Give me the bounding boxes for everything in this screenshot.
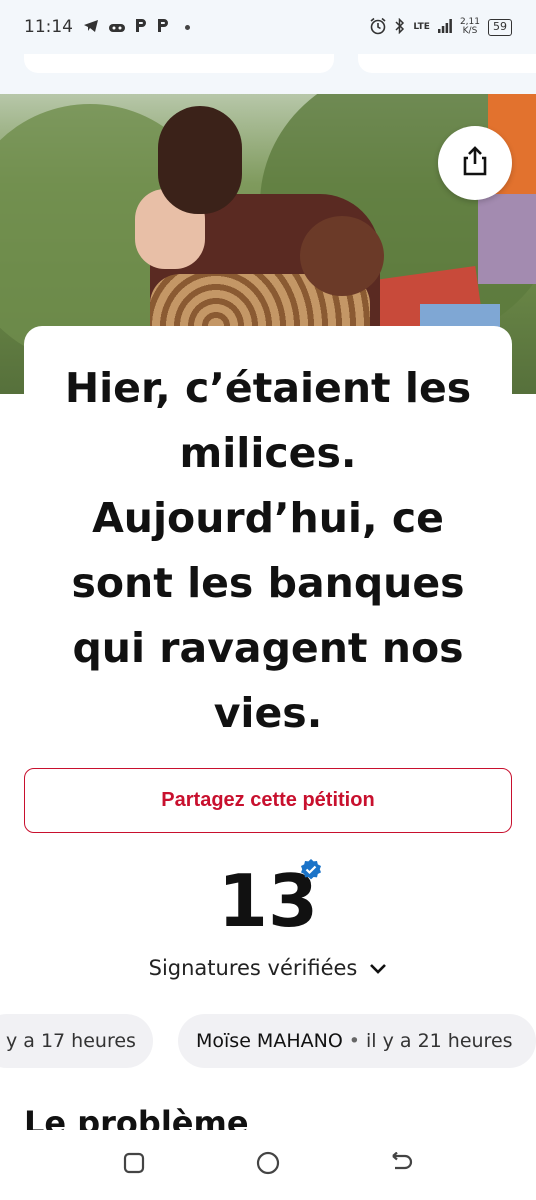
image-shape	[158, 106, 242, 214]
network-type: LTE	[413, 22, 430, 32]
share-image-button[interactable]	[438, 126, 512, 200]
recent-signers-carousel[interactable]: y a 17 heures Moïse MAHANO • il y a 21 h…	[0, 1014, 536, 1068]
speed-unit: K/S	[462, 26, 478, 36]
chevron-down-icon	[369, 956, 387, 980]
signatures-dropdown[interactable]: Signatures vérifiées	[0, 956, 536, 980]
separator-dot: •	[348, 1030, 360, 1052]
circle-icon	[256, 1151, 280, 1179]
square-icon	[123, 1152, 145, 1178]
image-shape	[478, 194, 536, 284]
bluetooth-icon	[395, 17, 405, 37]
signer-chip[interactable]: Moïse MAHANO • il y a 21 heures	[178, 1014, 536, 1068]
p-app-icon-2	[157, 17, 169, 38]
top-cards-strip	[0, 54, 536, 94]
petition-title: Hier, c’étaient les milices. Aujourd’hui…	[64, 364, 472, 737]
signer-time: y a 17 heures	[6, 1030, 136, 1052]
signal-icon	[437, 18, 452, 36]
signer-name: Moïse MAHANO	[196, 1030, 343, 1052]
previous-card-2	[358, 54, 536, 73]
p-app-icon	[135, 17, 147, 38]
home-button[interactable]	[255, 1151, 281, 1179]
system-navigation-bar	[0, 1130, 536, 1200]
clock: 11:14	[24, 17, 73, 37]
status-bar: 11:14 LTE 2,11 K/S 59	[0, 0, 536, 54]
back-button[interactable]	[388, 1151, 414, 1178]
status-left: 11:14	[24, 17, 190, 38]
share-petition-button[interactable]: Partagez cette pétition	[24, 768, 512, 833]
signer-chip[interactable]: y a 17 heures	[0, 1014, 153, 1068]
network-speed: 2,11 K/S	[460, 18, 480, 36]
alarm-icon	[369, 17, 387, 38]
verified-badge-icon	[299, 858, 323, 882]
signer-time: il y a 21 heures	[366, 1030, 513, 1052]
battery-icon: 59	[488, 18, 512, 36]
previous-card	[24, 54, 334, 73]
status-right: LTE 2,11 K/S 59	[369, 17, 512, 38]
image-shape	[300, 216, 384, 296]
recent-apps-button[interactable]	[121, 1152, 147, 1178]
section-heading: Le problème	[24, 1104, 249, 1130]
back-icon	[389, 1151, 413, 1178]
share-icon	[461, 146, 489, 180]
battery-level: 59	[493, 19, 507, 33]
signature-count: 13	[217, 859, 319, 943]
signatures-label: Signatures vérifiées	[148, 956, 358, 980]
telegram-icon	[83, 18, 99, 37]
gamepad-icon	[109, 18, 125, 37]
notification-dot-icon	[185, 24, 190, 30]
